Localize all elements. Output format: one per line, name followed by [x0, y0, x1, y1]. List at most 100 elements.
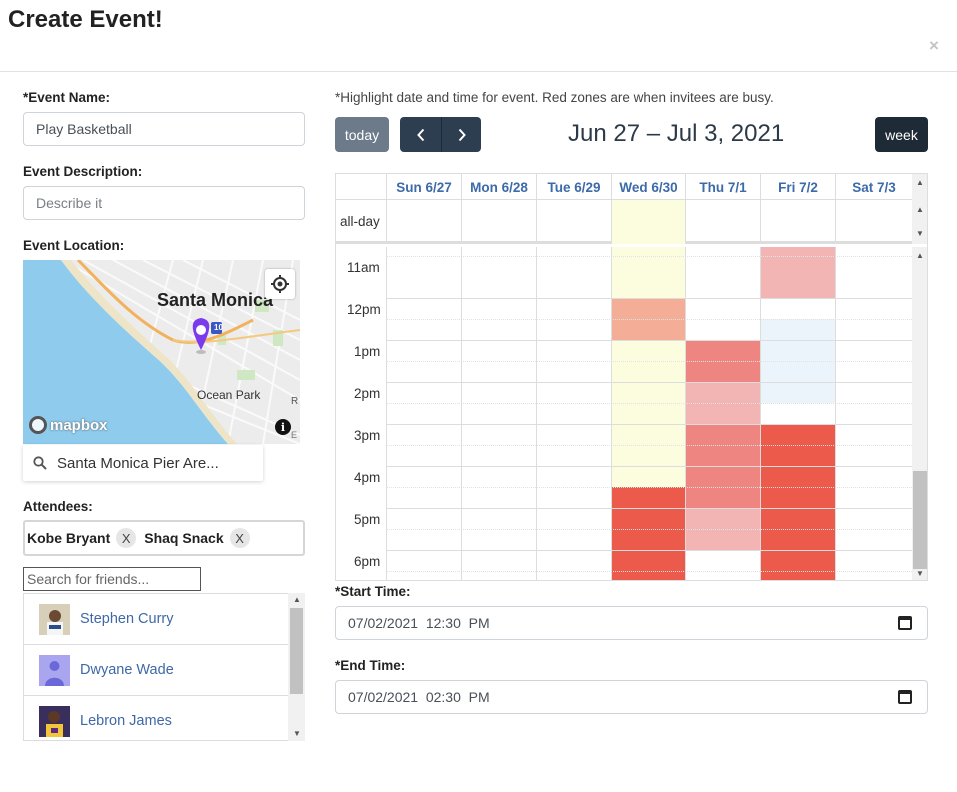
attendee-name: Shaq Snack [144, 530, 224, 546]
week-view-button[interactable]: week [875, 117, 928, 152]
calendar-hint: *Highlight date and time for event. Red … [335, 90, 774, 105]
scroll-up-icon[interactable]: ▲ [916, 178, 924, 187]
time-label: 4pm [354, 470, 381, 485]
start-time-label: *Start Time: [335, 584, 411, 599]
map-area-label: Ocean Park [197, 388, 261, 402]
friend-search-input[interactable]: Search for friends... [23, 567, 201, 591]
location-search-input[interactable]: Santa Monica Pier Are... [23, 445, 263, 481]
calendar-header: Sun 6/27 Mon 6/28 Tue 6/29 Wed 6/30 Thu … [336, 174, 927, 200]
grid-line [386, 529, 912, 530]
info-icon[interactable]: i [275, 419, 291, 435]
avatar [39, 705, 70, 737]
location-map[interactable]: Santa Monica 10 Ocean Park R E mapbox i [23, 260, 300, 444]
end-time-input[interactable]: 07/02/2021 02:30 PM [335, 680, 928, 714]
grid-line [760, 247, 761, 580]
grid-line [685, 247, 686, 580]
all-day-row[interactable]: all-day [336, 200, 927, 244]
today-button[interactable]: today [335, 117, 389, 152]
busy-zone [760, 247, 835, 298]
grid-line [386, 247, 387, 580]
map-highway-shield: 10 [214, 323, 223, 332]
event-location-label: Event Location: [23, 238, 125, 253]
attendee-chip: Shaq Snack X [144, 528, 250, 548]
grid-line [386, 571, 912, 572]
grid-line [386, 445, 912, 446]
grid-line [386, 550, 912, 551]
all-day-label: all-day [340, 214, 380, 229]
grid-line [386, 340, 912, 341]
attendee-name: Kobe Bryant [27, 530, 111, 546]
remove-attendee-button[interactable]: X [229, 528, 250, 548]
location-search-value: Santa Monica Pier Are... [57, 454, 219, 472]
grid-line [386, 200, 387, 244]
avatar [39, 603, 70, 635]
map-edge-label: R [291, 396, 299, 407]
friend-item[interactable]: Dwyane Wade [24, 645, 289, 696]
scroll-down-icon[interactable]: ▼ [916, 569, 924, 578]
geolocate-button[interactable] [265, 269, 295, 299]
friend-name: Lebron James [80, 713, 172, 729]
search-icon [23, 456, 57, 470]
calendar-icon[interactable] [898, 690, 912, 704]
grid-line [685, 200, 686, 244]
scroll-thumb[interactable] [290, 608, 303, 694]
time-label: 5pm [354, 512, 381, 527]
prev-week-button[interactable] [400, 117, 441, 152]
chevron-left-icon [416, 128, 424, 141]
end-time-label: *End Time: [335, 658, 406, 673]
scroll-up-icon[interactable]: ▲ [293, 595, 301, 604]
grid-line [611, 200, 612, 244]
map-city-label: Santa Monica [157, 290, 274, 310]
day-header: Tue 6/29 [536, 174, 611, 200]
scroll-up-icon[interactable]: ▲ [916, 205, 924, 214]
friend-name: Stephen Curry [80, 611, 174, 627]
grid-line [386, 382, 912, 383]
mapbox-logo: mapbox [29, 416, 108, 434]
time-grid[interactable]: 11am 12pm 1pm 2pm 3pm 4pm 5pm 6pm ▲ ▼ [336, 247, 927, 580]
next-week-button[interactable] [441, 117, 481, 152]
chevron-right-icon [458, 128, 466, 141]
close-button[interactable]: × [929, 36, 939, 56]
scroll-down-icon[interactable]: ▼ [293, 729, 301, 738]
event-description-label: Event Description: [23, 164, 143, 179]
scroll-down-icon[interactable]: ▼ [916, 229, 924, 238]
friend-item[interactable]: Lebron James [24, 696, 289, 740]
friend-item[interactable]: Stephen Curry [24, 594, 289, 645]
day-header: Sun 6/27 [386, 174, 461, 200]
grid-line [386, 298, 912, 299]
event-description-input[interactable]: Describe it [23, 186, 305, 220]
grid-line [835, 247, 836, 580]
day-header: Mon 6/28 [461, 174, 536, 200]
attendees-box[interactable]: Kobe Bryant X Shaq Snack X [23, 520, 305, 556]
friend-list-scrollbar[interactable]: ▲ ▼ [288, 593, 305, 741]
event-name-label: *Event Name: [23, 90, 111, 105]
time-label: 6pm [354, 554, 381, 569]
calendar-title: Jun 27 – Jul 3, 2021 [568, 120, 785, 147]
grid-line [760, 200, 761, 244]
scroll-up-icon[interactable]: ▲ [916, 251, 924, 260]
attendees-label: Attendees: [23, 499, 93, 514]
grid-line [536, 200, 537, 244]
day-header: Thu 7/1 [685, 174, 760, 200]
today-highlight [611, 200, 685, 244]
grid-line [386, 256, 912, 257]
event-name-input[interactable]: Play Basketball [23, 112, 305, 146]
avatar-placeholder-icon [39, 654, 70, 686]
scroll-thumb[interactable] [913, 471, 927, 569]
day-header: Sat 7/3 [835, 174, 912, 200]
grid-line [386, 424, 912, 425]
calendar-icon[interactable] [898, 616, 912, 630]
mapbox-logo-icon [29, 416, 47, 434]
grid-line [386, 487, 912, 488]
grid-line [835, 200, 836, 244]
grid-line [536, 247, 537, 580]
time-label: 3pm [354, 428, 381, 443]
time-label: 11am [347, 260, 380, 275]
attendee-chip: Kobe Bryant X [27, 528, 137, 548]
start-time-input[interactable]: 07/02/2021 12:30 PM [335, 606, 928, 640]
week-calendar: Sun 6/27 Mon 6/28 Tue 6/29 Wed 6/30 Thu … [335, 173, 928, 581]
time-label: 12pm [347, 302, 381, 317]
friend-name: Dwyane Wade [80, 662, 174, 678]
remove-attendee-button[interactable]: X [116, 528, 137, 548]
map-edge-label-2: E [291, 430, 298, 440]
